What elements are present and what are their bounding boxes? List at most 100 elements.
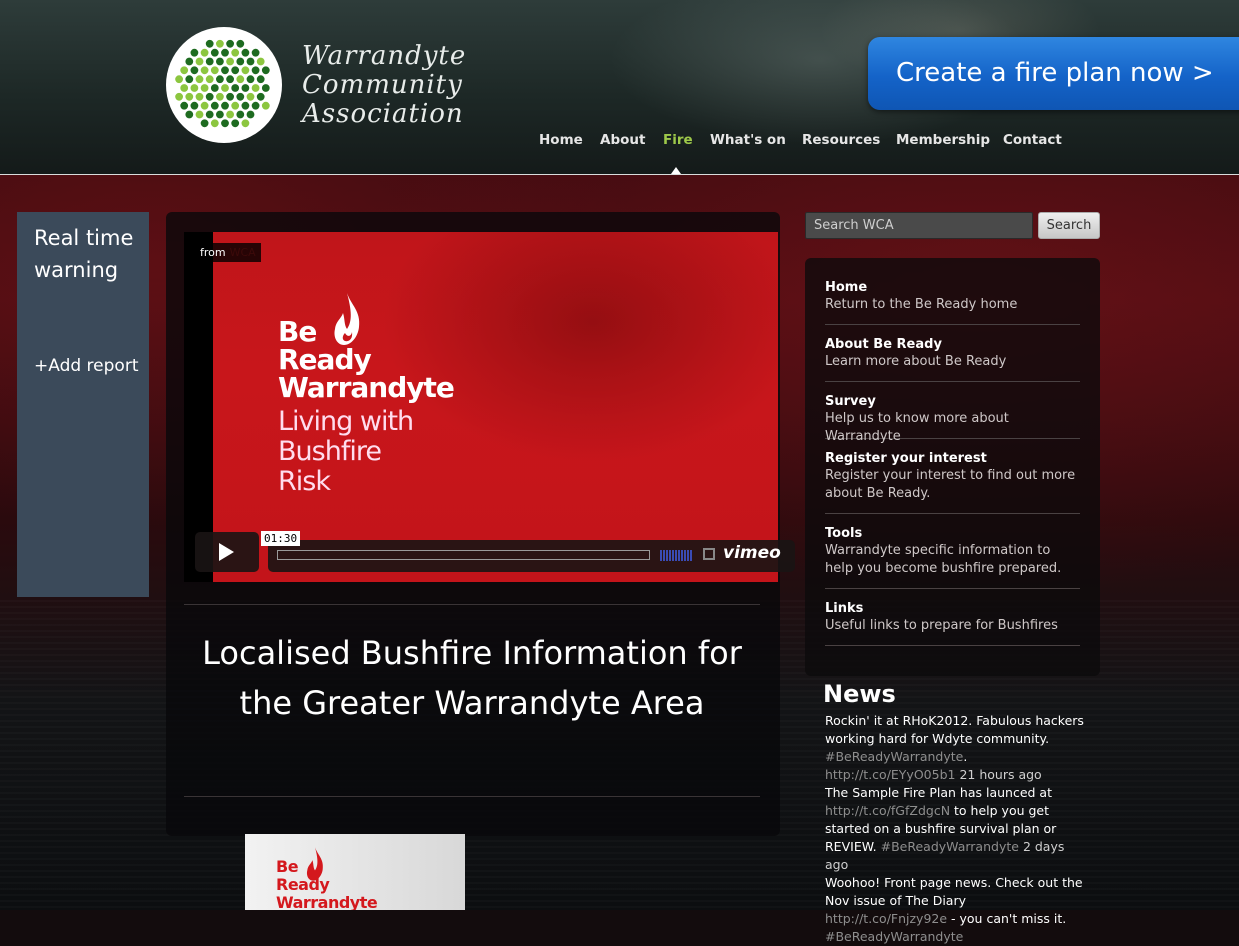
sidebar-item-links[interactable]: Links Useful links to prepare for Bushfi… [825, 600, 1080, 646]
logo-dot [261, 101, 270, 110]
be-ready-thumbnail[interactable]: Be Ready Warrandyte [245, 834, 465, 910]
search-input[interactable] [805, 212, 1033, 239]
logo-dot [241, 84, 250, 92]
logo-dot [241, 48, 250, 57]
hashtag-link[interactable]: #BeReadyWarrandyte [825, 929, 963, 944]
logo-dot [236, 39, 245, 48]
logo-dot [190, 48, 199, 57]
logo-dot [256, 57, 265, 66]
page-headline: Localised Bushfire Information for the G… [202, 634, 742, 722]
hashtag-link[interactable]: #BeReadyWarrandyte [881, 839, 1019, 854]
logo-dot [180, 101, 189, 110]
sidebar-item-about-be-ready[interactable]: About Be Ready Learn more about Be Ready [825, 336, 1080, 382]
tweet-punct: . [963, 749, 968, 764]
video-progress-track[interactable] [277, 550, 650, 560]
video-brand-line: Ready [278, 343, 372, 376]
news-item: The Sample Fire Plan has launced at http… [825, 784, 1090, 874]
logo-dot [251, 48, 260, 57]
tweet-link[interactable]: http://t.co/Fnjzy92e [825, 911, 947, 926]
logo-dot [195, 57, 204, 66]
logo-line: Association [302, 99, 464, 129]
logo-dot [236, 92, 245, 101]
logo-dot [231, 101, 240, 110]
sidebar-item-tools[interactable]: Tools Warrandyte specific information to… [825, 525, 1080, 589]
nav-item-resources[interactable]: Resources [802, 132, 880, 148]
logo-dot [190, 101, 199, 110]
logo-dot [226, 75, 234, 84]
tweet-link[interactable]: http://t.co/fGfZdgcN [825, 803, 950, 818]
logo-dot [231, 66, 240, 75]
logo-dot [175, 92, 183, 101]
sidebar-item-title: Home [825, 280, 868, 295]
logo-dot [195, 92, 204, 101]
badge-source[interactable]: WCA [230, 246, 256, 259]
logo-dot [251, 101, 260, 110]
video-title-card: Be Ready Warrandyte Living with Bushfire… [278, 315, 455, 497]
logo-dot [241, 101, 250, 110]
sidebar-item-title: Survey [825, 394, 876, 409]
create-fire-plan-button[interactable]: Create a fire plan now > [868, 37, 1239, 110]
sidebar-item-survey[interactable]: Survey Help us to know more about Warran… [825, 393, 1080, 444]
nav-item-whats-on[interactable]: What's on [710, 132, 786, 148]
sidebar-item-register-interest[interactable]: Register your interest Register your int… [825, 450, 1080, 514]
logo-emblem[interactable] [166, 27, 282, 143]
hashtag-link[interactable]: #BeReadyWarrandyte [825, 749, 963, 764]
logo-dot [231, 84, 240, 92]
logo-dot [236, 75, 245, 84]
video-brand-line: Warrandyte [278, 371, 455, 404]
sidebar-item-desc: Return to the Be Ready home [825, 297, 1018, 312]
sidebar-item-title: Register your interest [825, 451, 987, 466]
logo-dot [185, 110, 194, 119]
sidebar-item-desc: Useful links to prepare for Bushfires [825, 618, 1058, 633]
nav-item-about[interactable]: About [600, 132, 645, 148]
logo-line: Warrandyte [302, 41, 467, 71]
logo-dot [205, 75, 214, 84]
logo-dots-icon [175, 39, 270, 128]
logo-dot [200, 84, 209, 92]
sidebar-item-home[interactable]: Home Return to the Be Ready home [825, 279, 1080, 325]
divider [184, 604, 760, 605]
tweet-text: Woohoo! Front page news. Check out the N… [825, 875, 1083, 908]
video-player[interactable] [184, 232, 778, 582]
video-subtitle-line: Bushfire [278, 436, 382, 467]
nav-item-membership[interactable]: Membership [896, 132, 990, 148]
nav-item-contact[interactable]: Contact [1003, 132, 1062, 148]
logo-dot [226, 57, 234, 66]
logo-dot [185, 75, 194, 84]
logo-dot [200, 119, 209, 128]
play-button[interactable] [195, 532, 259, 572]
logo-dot [195, 75, 204, 84]
video-timecode: 01:30 [261, 531, 301, 546]
video-brand-line: Be [278, 315, 317, 348]
logo-wordmark[interactable]: Warrandyte Community Association [302, 42, 472, 129]
news-item: Rockin' it at RHoK2012. Fabulous hackers… [825, 712, 1090, 784]
badge-from: from [200, 246, 226, 259]
nav-item-fire[interactable]: Fire [663, 132, 693, 148]
active-nav-indicator [671, 167, 681, 174]
logo-dot [190, 66, 199, 75]
logo-dot [231, 48, 240, 57]
add-report-link[interactable]: +Add report [34, 356, 138, 376]
tweet-link[interactable]: http://t.co/EYyO05b1 [825, 767, 955, 782]
news-item: Woohoo! Front page news. Check out the N… [825, 874, 1090, 946]
fullscreen-icon[interactable] [703, 548, 715, 560]
logo-dot [226, 39, 234, 48]
video-source-badge[interactable]: from WCA [195, 243, 261, 262]
nav-item-home[interactable]: Home [539, 132, 583, 148]
search-button[interactable]: Search [1038, 212, 1100, 239]
logo-dot [205, 92, 214, 101]
logo-dot [256, 92, 265, 101]
vimeo-logo[interactable]: vimeo [723, 543, 781, 563]
logo-dot [221, 84, 229, 92]
divider [184, 796, 760, 797]
logo-dot [246, 57, 255, 66]
volume-icon[interactable] [660, 550, 694, 561]
news-feed: Rockin' it at RHoK2012. Fabulous hackers… [825, 712, 1090, 946]
tweet-text: Rockin' it at RHoK2012. Fabulous hackers… [825, 713, 1084, 746]
logo-line: Community [302, 70, 463, 100]
tweet-text: The Sample Fire Plan has launced at [825, 785, 1052, 800]
logo-dot [251, 84, 260, 92]
logo-dot [216, 39, 224, 48]
logo-dot [246, 75, 255, 84]
logo-dot [236, 57, 245, 66]
